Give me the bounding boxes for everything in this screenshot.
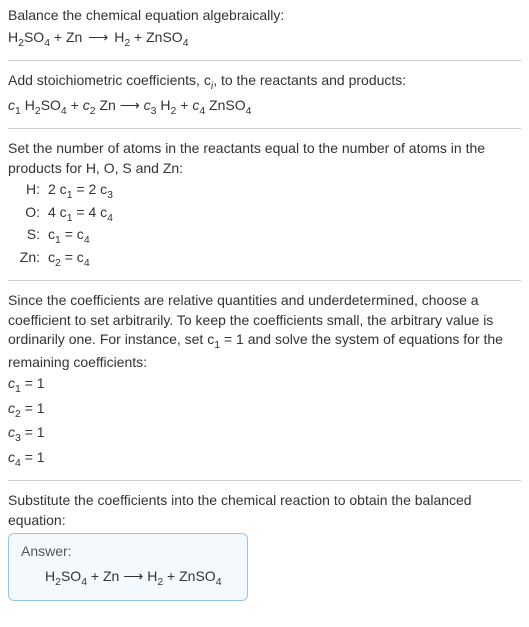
solution-line: c1 = 1 <box>8 374 521 396</box>
balanced-equation: H2SO4 + Zn ⟶ H2 + ZnSO4 <box>21 567 235 589</box>
c1: c1 <box>8 97 21 113</box>
text: , to the reactants and products: <box>213 72 406 88</box>
table-row: Zn: c2 = c4 <box>12 248 119 270</box>
table-row: S: c1 = c4 <box>12 225 119 247</box>
atom-balance-intro: Set the number of atoms in the reactants… <box>8 139 521 178</box>
text: H <box>8 29 18 45</box>
equation: c1 = c4 <box>48 225 119 247</box>
substitute-text: Substitute the coefficients into the che… <box>8 491 521 530</box>
c4: c4 <box>192 97 205 113</box>
element-label: S: <box>12 225 48 247</box>
arrow-icon: ⟶ <box>86 29 110 45</box>
c2: c2 <box>83 97 96 113</box>
text: + ZnSO <box>130 29 183 45</box>
text: H <box>114 29 124 45</box>
equation: 2 c1 = 2 c3 <box>48 180 119 202</box>
element-label: O: <box>12 203 48 225</box>
equation-with-coefficients: c1 H2SO4 + c2 Zn ⟶ c3 H2 + c4 ZnSO4 <box>8 96 521 118</box>
divider <box>8 280 521 281</box>
divider <box>8 60 521 61</box>
title: Balance the chemical equation algebraica… <box>8 6 521 26</box>
divider <box>8 480 521 481</box>
solution-line: c4 = 1 <box>8 448 521 470</box>
solution-line: c2 = 1 <box>8 399 521 421</box>
solution-line: c3 = 1 <box>8 423 521 445</box>
sub: 4 <box>183 36 189 48</box>
answer-label: Answer: <box>21 542 235 562</box>
table-row: H: 2 c1 = 2 c3 <box>12 180 119 202</box>
unbalanced-equation: H2SO4 + Zn ⟶ H2 + ZnSO4 <box>8 28 521 50</box>
element-label: Zn: <box>12 248 48 270</box>
c3: c3 <box>144 97 157 113</box>
table-row: O: 4 c1 = 4 c4 <box>12 203 119 225</box>
atom-balance-table: H: 2 c1 = 2 c3 O: 4 c1 = 4 c4 S: c1 = c4… <box>12 180 119 270</box>
answer-box: Answer: H2SO4 + Zn ⟶ H2 + ZnSO4 <box>8 533 248 601</box>
text: SO <box>24 29 44 45</box>
underdetermined-text: Since the coefficients are relative quan… <box>8 291 521 372</box>
stoich-intro: Add stoichiometric coefficients, ci, to … <box>8 71 521 93</box>
equation: c2 = c4 <box>48 248 119 270</box>
element-label: H: <box>12 180 48 202</box>
equation: 4 c1 = 4 c4 <box>48 203 119 225</box>
text: Add stoichiometric coefficients, c <box>8 72 211 88</box>
text: + Zn <box>50 29 82 45</box>
divider <box>8 128 521 129</box>
